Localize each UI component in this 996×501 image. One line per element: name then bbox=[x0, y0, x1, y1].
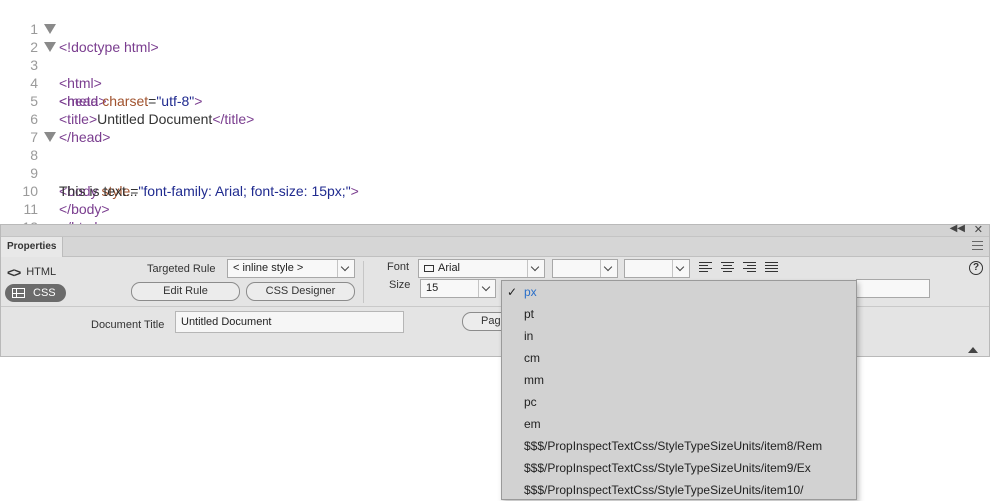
chevron-down-icon bbox=[527, 260, 544, 277]
dropdown-item-label: $$$/PropInspectTextCss/StyleTypeSizeUnit… bbox=[524, 483, 804, 497]
size-value: 15 bbox=[426, 282, 439, 294]
code-line[interactable]: 3 <head> bbox=[0, 38, 996, 109]
help-icon[interactable]: ? bbox=[969, 261, 983, 275]
dropdown-item-rem[interactable]: $$$/PropInspectTextCss/StyleTypeSizeUnit… bbox=[502, 435, 856, 457]
code-line[interactable]: 10 </body> bbox=[0, 164, 996, 217]
dropdown-item-ex[interactable]: $$$/PropInspectTextCss/StyleTypeSizeUnit… bbox=[502, 457, 856, 479]
font-style-select[interactable] bbox=[552, 259, 618, 278]
fold-triangle-icon[interactable] bbox=[44, 24, 56, 34]
dropdown-item-label: $$$/PropInspectTextCss/StyleTypeSizeUnit… bbox=[524, 439, 823, 453]
code-line[interactable]: 11 </html> bbox=[0, 182, 996, 235]
size-input[interactable]: 15 bbox=[420, 279, 496, 298]
chevron-down-icon bbox=[600, 260, 617, 277]
css-mode-label: CSS bbox=[33, 287, 56, 299]
dropdown-item-label: in bbox=[524, 329, 534, 343]
dropdown-item-label: px bbox=[524, 285, 537, 299]
dropdown-item-label: $$$/PropInspectTextCss/StyleTypeSizeUnit… bbox=[524, 461, 811, 475]
dropdown-item-label: cm bbox=[524, 351, 540, 365]
color-field[interactable] bbox=[856, 279, 930, 298]
align-left-icon[interactable] bbox=[699, 262, 712, 273]
css-designer-button[interactable]: CSS Designer bbox=[246, 282, 355, 301]
code-line[interactable]: 7 bbox=[0, 110, 996, 145]
dropdown-item-em[interactable]: em bbox=[502, 413, 856, 435]
dropdown-item-label: pt bbox=[524, 307, 535, 321]
dropdown-item-cm[interactable]: cm bbox=[502, 347, 856, 369]
tab-properties[interactable]: Properties bbox=[1, 237, 64, 257]
panel-menu-icon[interactable] bbox=[972, 241, 983, 250]
chevron-down-icon bbox=[337, 260, 354, 277]
dropdown-item-item10[interactable]: $$$/PropInspectTextCss/StyleTypeSizeUnit… bbox=[502, 479, 856, 501]
dropdown-item-pc[interactable]: pc bbox=[502, 391, 856, 413]
size-label: Size bbox=[389, 279, 411, 291]
font-label: Font bbox=[387, 261, 410, 273]
align-center-icon[interactable] bbox=[721, 262, 734, 273]
targeted-rule-label: Targeted Rule bbox=[147, 263, 216, 275]
expand-arrow-icon[interactable] bbox=[968, 347, 978, 353]
dropdown-item-label: em bbox=[524, 417, 541, 431]
font-value: Arial bbox=[438, 262, 461, 274]
code-line[interactable]: 6 </head> bbox=[0, 92, 996, 145]
code-line[interactable]: 1 <!doctype html> bbox=[0, 2, 996, 55]
html-mode-label: HTML bbox=[26, 266, 57, 278]
panel-tab-bar: Properties bbox=[1, 237, 989, 257]
css-mode-button[interactable]: CSS bbox=[5, 284, 66, 302]
chevron-down-icon bbox=[478, 280, 495, 297]
divider bbox=[363, 261, 364, 303]
fold-triangle-icon[interactable] bbox=[44, 42, 56, 52]
targeted-rule-select[interactable]: < inline style > bbox=[227, 259, 355, 278]
document-title-input[interactable]: Untitled Document bbox=[175, 311, 404, 333]
css-grid-icon bbox=[12, 288, 25, 298]
panel-top-bar: ◀◀ ✕ bbox=[1, 223, 989, 237]
dropdown-item-pt[interactable]: pt bbox=[502, 303, 856, 325]
code-line[interactable]: 2 <html> bbox=[0, 20, 996, 91]
code-line[interactable]: 12 bbox=[0, 200, 996, 235]
monitor-icon bbox=[424, 265, 434, 272]
html-mode-button[interactable]: <> HTML bbox=[7, 263, 56, 281]
checkmark-icon: ✓ bbox=[507, 285, 518, 299]
code-line[interactable]: 5 <title>Untitled Document</title> bbox=[0, 74, 996, 127]
code-editor[interactable]: 1 <!doctype html> 2 <html> 3 <head> 4 <m… bbox=[0, 0, 996, 235]
size-units-dropdown[interactable]: ✓ px pt in cm mm pc em $$$/PropInspectTe… bbox=[501, 280, 857, 500]
align-right-icon[interactable] bbox=[743, 262, 756, 273]
dropdown-item-label: mm bbox=[524, 373, 544, 387]
align-justify-icon[interactable] bbox=[765, 262, 778, 273]
document-title-label: Document Title bbox=[91, 319, 165, 331]
font-select[interactable]: Arial bbox=[418, 259, 545, 278]
edit-rule-button[interactable]: Edit Rule bbox=[131, 282, 240, 301]
code-line[interactable]: 9 This is text... bbox=[0, 146, 996, 199]
code-line[interactable]: 4 <meta charset="utf-8"> bbox=[0, 56, 996, 109]
dropdown-item-mm[interactable]: mm bbox=[502, 369, 856, 391]
font-weight-select[interactable] bbox=[624, 259, 690, 278]
dropdown-item-in[interactable]: in bbox=[502, 325, 856, 347]
code-line[interactable]: 8 <body style="font-family: Arial; font-… bbox=[0, 128, 996, 199]
dropdown-item-label: pc bbox=[524, 395, 537, 409]
chevron-down-icon bbox=[672, 260, 689, 277]
collapse-icon[interactable]: ◀◀ bbox=[950, 223, 965, 234]
fold-triangle-icon[interactable] bbox=[44, 132, 56, 142]
targeted-rule-value: < inline style > bbox=[233, 262, 304, 274]
dropdown-item-px[interactable]: ✓ px bbox=[502, 281, 856, 303]
close-icon[interactable]: ✕ bbox=[974, 223, 983, 236]
code-brackets-icon: <> bbox=[7, 264, 21, 280]
